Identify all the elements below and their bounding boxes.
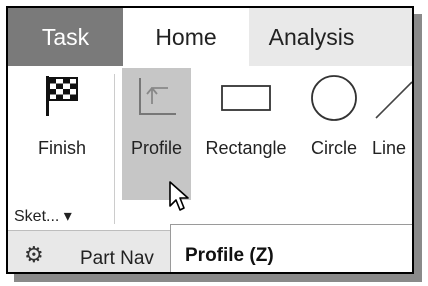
profile-button[interactable]: Profile (122, 74, 191, 159)
circle-label: Circle (310, 138, 357, 158)
ui-window: Task Home Analysis Finish Profile Rectan… (6, 6, 414, 274)
ribbon-tab-bar: Task Home Analysis (8, 8, 412, 66)
mouse-pointer-icon (169, 181, 189, 211)
gear-icon[interactable]: ⚙ (24, 242, 44, 268)
line-icon (375, 81, 412, 119)
tab-analysis[interactable]: Analysis (249, 8, 374, 66)
checkered-flag-icon (46, 76, 78, 116)
circle-icon (311, 75, 357, 121)
finish-label: Finish (37, 138, 86, 158)
tab-home[interactable]: Home (123, 8, 249, 66)
sketch-group-label[interactable]: Sket... ▾ (14, 206, 72, 226)
finish-button[interactable]: Finish (32, 74, 92, 159)
tab-task[interactable]: Task (8, 8, 123, 66)
profile-label: Profile (130, 138, 183, 158)
line-button[interactable]: Line (372, 74, 412, 159)
circle-button[interactable]: Circle (304, 74, 364, 159)
ribbon-divider (114, 74, 115, 224)
rectangle-icon (221, 85, 271, 111)
profile-tooltip: Profile (Z) (170, 224, 412, 272)
tooltip-text: Profile (Z) (185, 245, 274, 266)
rectangle-button[interactable]: Rectangle (198, 74, 294, 159)
rectangle-label: Rectangle (205, 138, 287, 158)
profile-icon (138, 78, 176, 115)
part-navigator-tab[interactable]: Part Nav (80, 248, 154, 270)
line-label: Line (372, 138, 407, 158)
